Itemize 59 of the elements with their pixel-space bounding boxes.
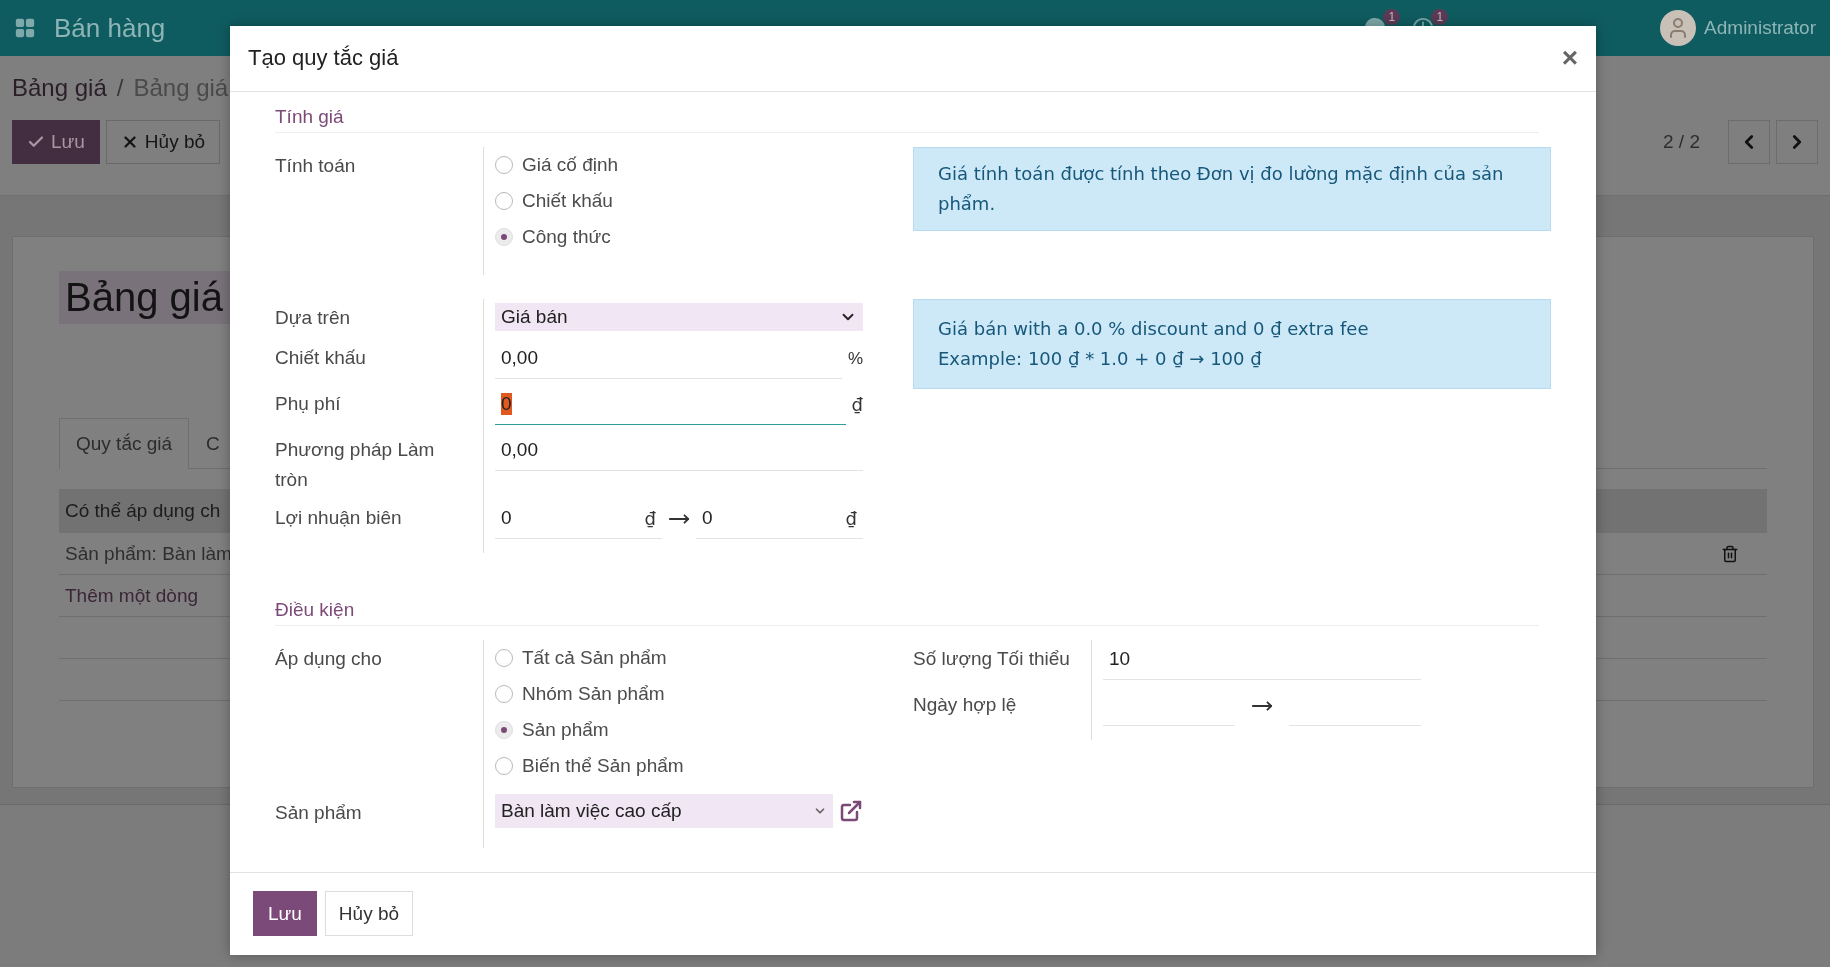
app-title: Bán hàng xyxy=(54,12,166,44)
field-label: Ngày hợp lệ xyxy=(913,692,1018,717)
radio-label[interactable]: Tất cả Sản phẩm xyxy=(522,646,667,669)
input-field[interactable]: 0 ₫ xyxy=(696,498,863,539)
input-field[interactable]: 10 xyxy=(1103,639,1421,680)
trash-icon[interactable] xyxy=(1721,544,1739,563)
field-label: Phụ phí xyxy=(275,391,342,416)
save-button[interactable]: Lưu xyxy=(253,891,317,937)
input-field[interactable]: 0 xyxy=(495,384,846,425)
field-label: Số lượng Tối thiểu xyxy=(913,646,1071,671)
section-heading: Tính giá xyxy=(275,99,1539,133)
save-button[interactable]: Lưu xyxy=(12,120,100,164)
dialog-title: Tạo quy tắc giá xyxy=(248,45,399,72)
apps-menu-icon[interactable] xyxy=(14,17,36,39)
external-link-icon[interactable] xyxy=(839,798,863,823)
radio-button[interactable] xyxy=(495,191,513,210)
radio-button[interactable] xyxy=(495,155,513,174)
radio-button[interactable] xyxy=(495,756,513,775)
breadcrumb-separator: / xyxy=(116,74,124,102)
field-label: Áp dụng cho xyxy=(275,646,383,671)
field-label: Tính toán xyxy=(275,153,357,178)
discard-button[interactable]: Hủy bỏ xyxy=(105,120,221,164)
formula-line: Example: 100 ₫ * 1.0 + 0 ₫ → 100 ₫ xyxy=(938,346,1263,371)
section-heading: Điều kiện xyxy=(275,592,1539,626)
breadcrumb-link[interactable]: Bảng giá xyxy=(12,74,107,102)
input-field[interactable]: 0,00 xyxy=(495,430,863,471)
info-note: Giá tính toán được tính theo Đơn vị đo lường mặc định của sản phẩm. xyxy=(913,146,1551,231)
radio-label[interactable]: Sản phẩm xyxy=(522,718,609,741)
radio-button[interactable] xyxy=(495,227,513,246)
radio-button[interactable] xyxy=(495,684,513,703)
field-label: Lợi nhuận biên xyxy=(275,505,403,530)
next-button[interactable] xyxy=(1776,120,1818,164)
column-header[interactable]: Có thể áp dụng ch xyxy=(65,500,221,522)
tab[interactable]: Quy tắc giá xyxy=(59,418,190,469)
field-label: Phương pháp Làm tròn xyxy=(275,437,436,492)
pager-value: 2 / 2 xyxy=(1663,131,1700,153)
radio-label[interactable]: Giá cố định xyxy=(522,153,619,176)
add-line-link[interactable]: Thêm một dòng xyxy=(65,584,199,607)
radio-button[interactable] xyxy=(495,648,513,667)
count-badge: 1 xyxy=(1431,9,1449,25)
input-field[interactable]: 0 ₫ xyxy=(495,498,662,539)
radio-label[interactable]: Biến thể Sản phẩm xyxy=(522,754,684,777)
radio-label[interactable]: Chiết khấu xyxy=(522,189,613,212)
currency-label: ₫ xyxy=(851,394,863,416)
count-badge: 1 xyxy=(1383,9,1401,25)
field-label: Sản phẩm xyxy=(275,800,363,825)
select-field[interactable]: Giá bán xyxy=(495,302,863,331)
field-label: Chiết khấu xyxy=(275,345,367,370)
avatar[interactable] xyxy=(1660,10,1697,46)
radio-label[interactable]: Nhóm Sản phẩm xyxy=(522,682,665,705)
close-button[interactable]: × xyxy=(1561,42,1578,75)
radio-label[interactable]: Công thức xyxy=(522,225,611,248)
radio-button[interactable] xyxy=(495,720,513,739)
previous-button[interactable] xyxy=(1728,120,1770,164)
unit-label: % xyxy=(847,348,863,369)
discard-button[interactable]: Hủy bỏ xyxy=(324,891,414,937)
formula-line: Giá bán with a 0.0 % discount and 0 ₫ extra fee xyxy=(938,316,1370,341)
product-select[interactable]: Bàn làm việc cao cấp xyxy=(495,793,833,828)
input-field[interactable]: 0,00 xyxy=(495,338,842,379)
